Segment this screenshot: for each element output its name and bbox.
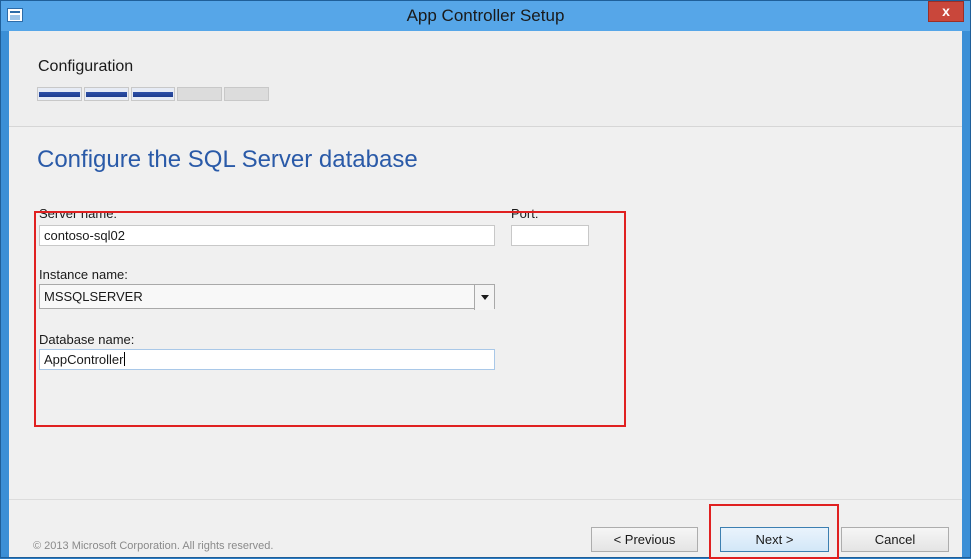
close-button[interactable]: x (928, 1, 964, 22)
wizard-body: Configuration Configure the SQL Server d… (9, 31, 962, 559)
cancel-button[interactable]: Cancel (841, 527, 949, 552)
wizard-header: Configuration (9, 31, 962, 127)
progress-bar (37, 87, 269, 101)
progress-step (224, 87, 269, 101)
annotation-highlight-fields (34, 211, 626, 427)
page-title: Configure the SQL Server database (37, 146, 418, 173)
progress-step (37, 87, 82, 101)
setup-window: App Controller Setup x Configuration Con… (0, 0, 971, 559)
stage-label: Configuration (38, 58, 134, 75)
annotation-highlight-next (709, 504, 839, 559)
copyright-text: © 2013 Microsoft Corporation. All rights… (33, 540, 274, 552)
window-title: App Controller Setup (406, 6, 565, 25)
close-icon: x (942, 3, 950, 19)
progress-step (130, 87, 176, 101)
progress-step (177, 87, 223, 101)
progress-step (83, 87, 129, 101)
previous-button[interactable]: < Previous (591, 527, 698, 552)
title-bar[interactable]: App Controller Setup x (1, 1, 970, 31)
footer-divider (9, 499, 962, 500)
